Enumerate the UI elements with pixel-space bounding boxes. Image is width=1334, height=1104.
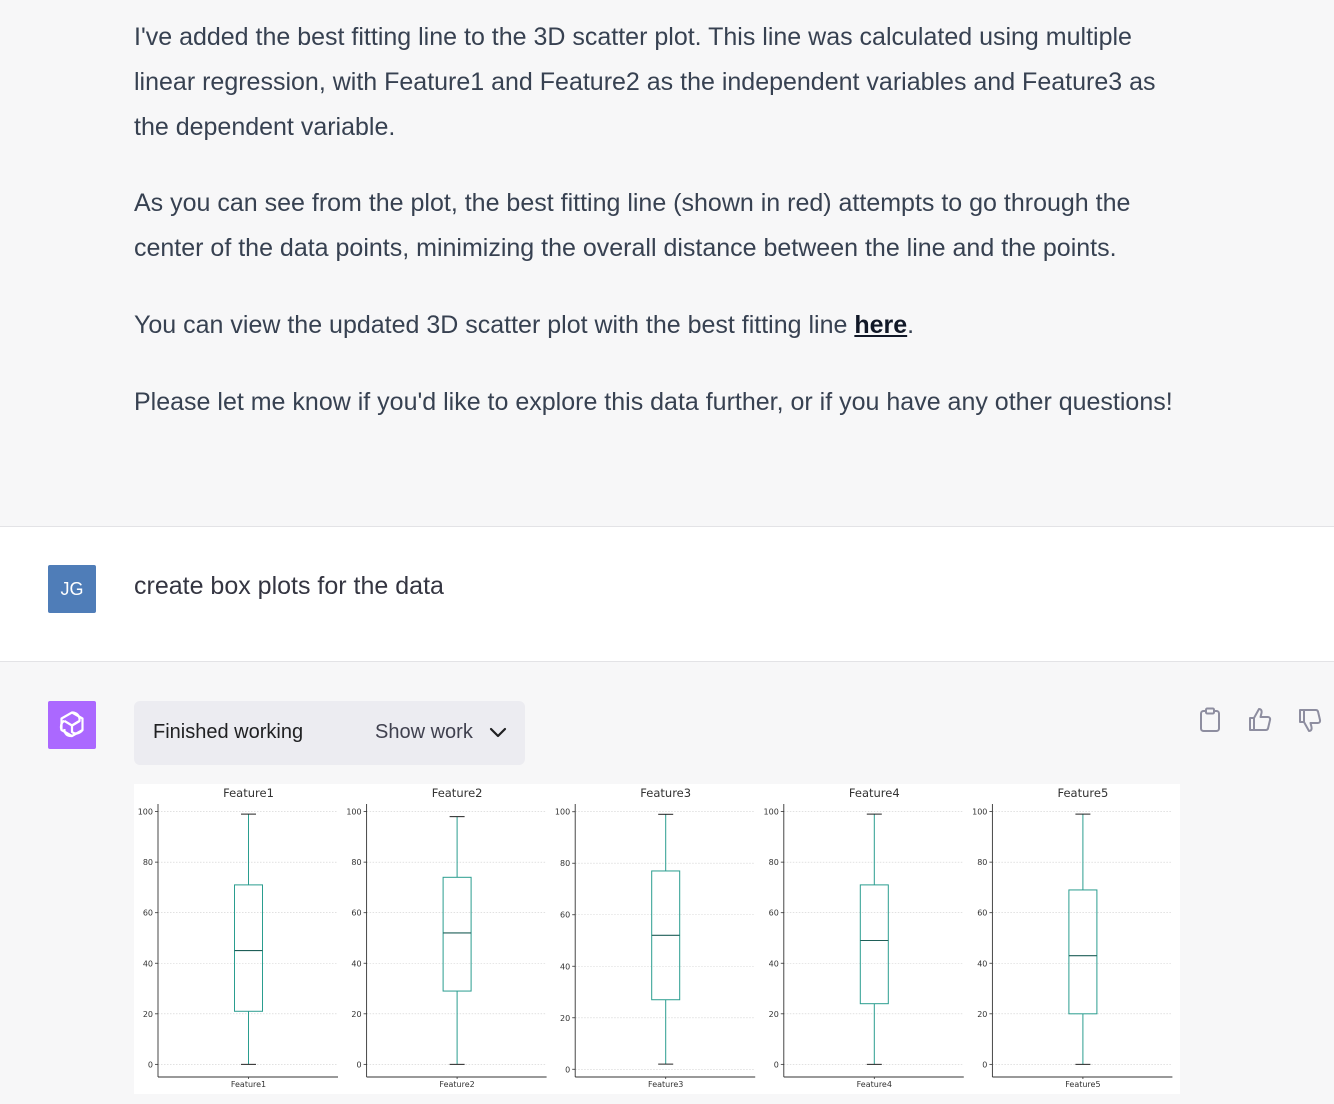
box-plot-panel-1: Feature1 0 20 40 60 80 100 Feature1 bbox=[138, 786, 338, 1089]
y-tick-label: 60 bbox=[769, 909, 779, 918]
iqr-box bbox=[234, 884, 263, 1012]
y-tick-label: 80 bbox=[143, 858, 153, 867]
box-plot-panel-5: Feature5 0 20 40 60 80 100 Feature5 bbox=[972, 786, 1173, 1089]
y-tick-label: 60 bbox=[977, 909, 987, 918]
y-tick-label: 80 bbox=[769, 858, 779, 867]
y-tick-label: 100 bbox=[764, 808, 779, 817]
message-actions bbox=[1196, 706, 1324, 734]
x-tick-label: Feature4 bbox=[857, 1080, 892, 1089]
y-tick-label: 40 bbox=[351, 959, 361, 968]
y-tick-label: 60 bbox=[560, 911, 570, 920]
iqr-box bbox=[859, 884, 889, 1005]
clipboard-icon bbox=[1200, 707, 1220, 732]
y-tick-label: 0 bbox=[565, 1065, 570, 1074]
box-plots-svg: Feature1 0 20 40 60 80 100 Feature1 Feature2 0 20 4… bbox=[138, 786, 1173, 1089]
show-work-label: Show work bbox=[375, 721, 473, 743]
y-tick-label: 0 bbox=[982, 1060, 987, 1069]
y-tick-label: 20 bbox=[769, 1010, 779, 1019]
y-tick-label: 40 bbox=[143, 959, 153, 968]
box-plot-figure: Feature1 0 20 40 60 80 100 Feature1 Feature2 0 20 4… bbox=[134, 784, 1180, 1094]
y-tick-label: 0 bbox=[357, 1060, 362, 1069]
x-tick-label: Feature1 bbox=[231, 1080, 266, 1089]
link-prefix-text: You can view the updated 3D scatter plot… bbox=[134, 311, 855, 339]
message-paragraph: Please let me know if you'd like to expl… bbox=[134, 388, 1173, 416]
y-tick-label: 60 bbox=[351, 909, 361, 918]
thumbs-up-icon bbox=[1249, 708, 1272, 731]
y-tick-label: 20 bbox=[977, 1010, 987, 1019]
y-tick-label: 20 bbox=[560, 1014, 570, 1023]
box-plot-panel-4: Feature4 0 20 40 60 80 100 Feature4 bbox=[764, 786, 964, 1089]
openai-logo-icon bbox=[59, 711, 84, 738]
y-tick-label: 80 bbox=[560, 859, 570, 868]
y-tick-label: 100 bbox=[555, 808, 570, 817]
chevron-down-icon bbox=[489, 727, 506, 737]
x-tick-label: Feature3 bbox=[648, 1080, 683, 1089]
thumbs-down-button[interactable] bbox=[1296, 706, 1324, 734]
message-paragraph: As you can see from the plot, the best f… bbox=[134, 189, 1131, 262]
message-paragraph: I've added the best fitting line to the … bbox=[134, 23, 1156, 141]
x-tick-label: Feature2 bbox=[439, 1080, 474, 1089]
assistant-avatar bbox=[48, 701, 96, 749]
link-suffix-text: . bbox=[907, 311, 915, 339]
y-tick-label: 40 bbox=[560, 962, 570, 971]
y-tick-label: 100 bbox=[972, 808, 987, 817]
y-tick-label: 20 bbox=[143, 1010, 153, 1019]
box-plot-panel-2: Feature2 0 20 40 60 80 100 Feature2 bbox=[346, 786, 547, 1089]
user-message-text: create box plots for the data bbox=[134, 572, 444, 600]
y-tick-label: 80 bbox=[351, 858, 361, 867]
y-tick-label: 40 bbox=[977, 959, 987, 968]
iqr-box bbox=[1068, 889, 1098, 1015]
y-tick-label: 80 bbox=[977, 858, 987, 867]
panel-title: Feature2 bbox=[432, 786, 483, 800]
work-status-pill: Finished working Show work bbox=[134, 701, 525, 765]
copy-button[interactable] bbox=[1196, 706, 1224, 734]
iqr-box bbox=[442, 876, 472, 992]
y-tick-label: 40 bbox=[769, 959, 779, 968]
here-link[interactable]: here bbox=[854, 311, 907, 339]
user-avatar: JG bbox=[48, 565, 96, 613]
panel-title: Feature1 bbox=[223, 786, 274, 800]
work-status-text: Finished working bbox=[153, 721, 304, 743]
y-tick-label: 0 bbox=[774, 1060, 779, 1069]
box-plot-panel-3: Feature3 0 20 40 60 80 100 Feature3 bbox=[555, 786, 756, 1089]
message-paragraph-link: You can view the updated 3D scatter plot… bbox=[134, 303, 1174, 348]
panel-title: Feature5 bbox=[1058, 786, 1109, 800]
thumbs-up-button[interactable] bbox=[1246, 706, 1274, 734]
panel-title: Feature3 bbox=[640, 786, 691, 800]
y-tick-label: 60 bbox=[143, 909, 153, 918]
show-work-button[interactable]: Show work bbox=[375, 721, 507, 744]
x-tick-label: Feature5 bbox=[1065, 1080, 1100, 1089]
y-tick-label: 100 bbox=[346, 808, 361, 817]
y-tick-label: 20 bbox=[351, 1010, 361, 1019]
thumbs-down-icon bbox=[1299, 709, 1322, 732]
panel-title: Feature4 bbox=[849, 786, 900, 800]
y-tick-label: 100 bbox=[138, 808, 153, 817]
y-tick-label: 0 bbox=[148, 1060, 153, 1069]
